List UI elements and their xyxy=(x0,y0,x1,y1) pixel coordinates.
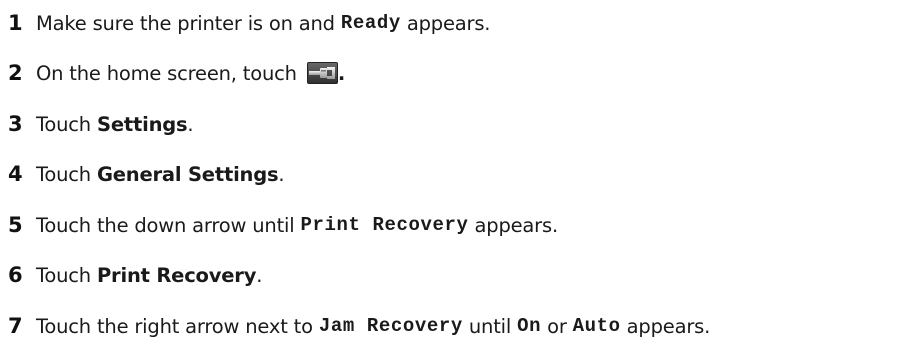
step-text: or xyxy=(541,314,567,338)
step-text: Touch the down arrow until xyxy=(36,213,295,237)
step-number: 2 xyxy=(8,61,23,85)
step-5: 5 Touch the down arrow until Print Recov… xyxy=(8,210,558,240)
menu-item-general-settings: General Settings xyxy=(96,162,279,186)
step-text: . xyxy=(256,263,263,287)
display-message-print-recovery: Print Recovery xyxy=(300,214,469,236)
display-message-on: On xyxy=(517,315,542,337)
step-3: 3 Touch Settings. xyxy=(8,109,194,139)
step-text: appears. xyxy=(468,213,559,237)
step-text: . xyxy=(337,61,346,85)
display-message-auto: Auto xyxy=(572,315,621,337)
step-text: Touch xyxy=(36,263,91,287)
display-message-ready: Ready xyxy=(340,12,401,34)
step-text: appears. xyxy=(400,11,491,35)
step-2: 2 On the home screen, touch . xyxy=(8,58,345,88)
step-text: Touch xyxy=(36,162,91,186)
step-text: Touch the right arrow next to xyxy=(36,314,313,338)
step-6: 6 Touch Print Recovery. xyxy=(8,260,262,290)
step-text: appears. xyxy=(620,314,711,338)
step-1: 1 Make sure the printer is on and Ready … xyxy=(8,8,491,38)
step-text: Touch xyxy=(36,112,91,136)
step-number: 4 xyxy=(8,162,23,186)
step-text: . xyxy=(278,162,285,186)
step-number: 7 xyxy=(8,314,23,338)
menu-item-settings: Settings xyxy=(96,112,188,136)
step-number: 1 xyxy=(8,11,23,35)
step-number: 5 xyxy=(8,213,23,237)
step-text: On the home screen, touch xyxy=(36,61,297,85)
step-7: 7 Touch the right arrow next to Jam Reco… xyxy=(8,311,710,341)
settings-wrench-icon xyxy=(306,62,338,84)
step-4: 4 Touch General Settings. xyxy=(8,159,285,189)
display-message-jam-recovery: Jam Recovery xyxy=(318,315,463,337)
step-text: . xyxy=(187,112,194,136)
menu-item-print-recovery: Print Recovery xyxy=(96,263,257,287)
step-number: 3 xyxy=(8,112,23,136)
step-number: 6 xyxy=(8,263,23,287)
step-text: until xyxy=(462,314,512,338)
step-text: Make sure the printer is on and xyxy=(36,11,335,35)
